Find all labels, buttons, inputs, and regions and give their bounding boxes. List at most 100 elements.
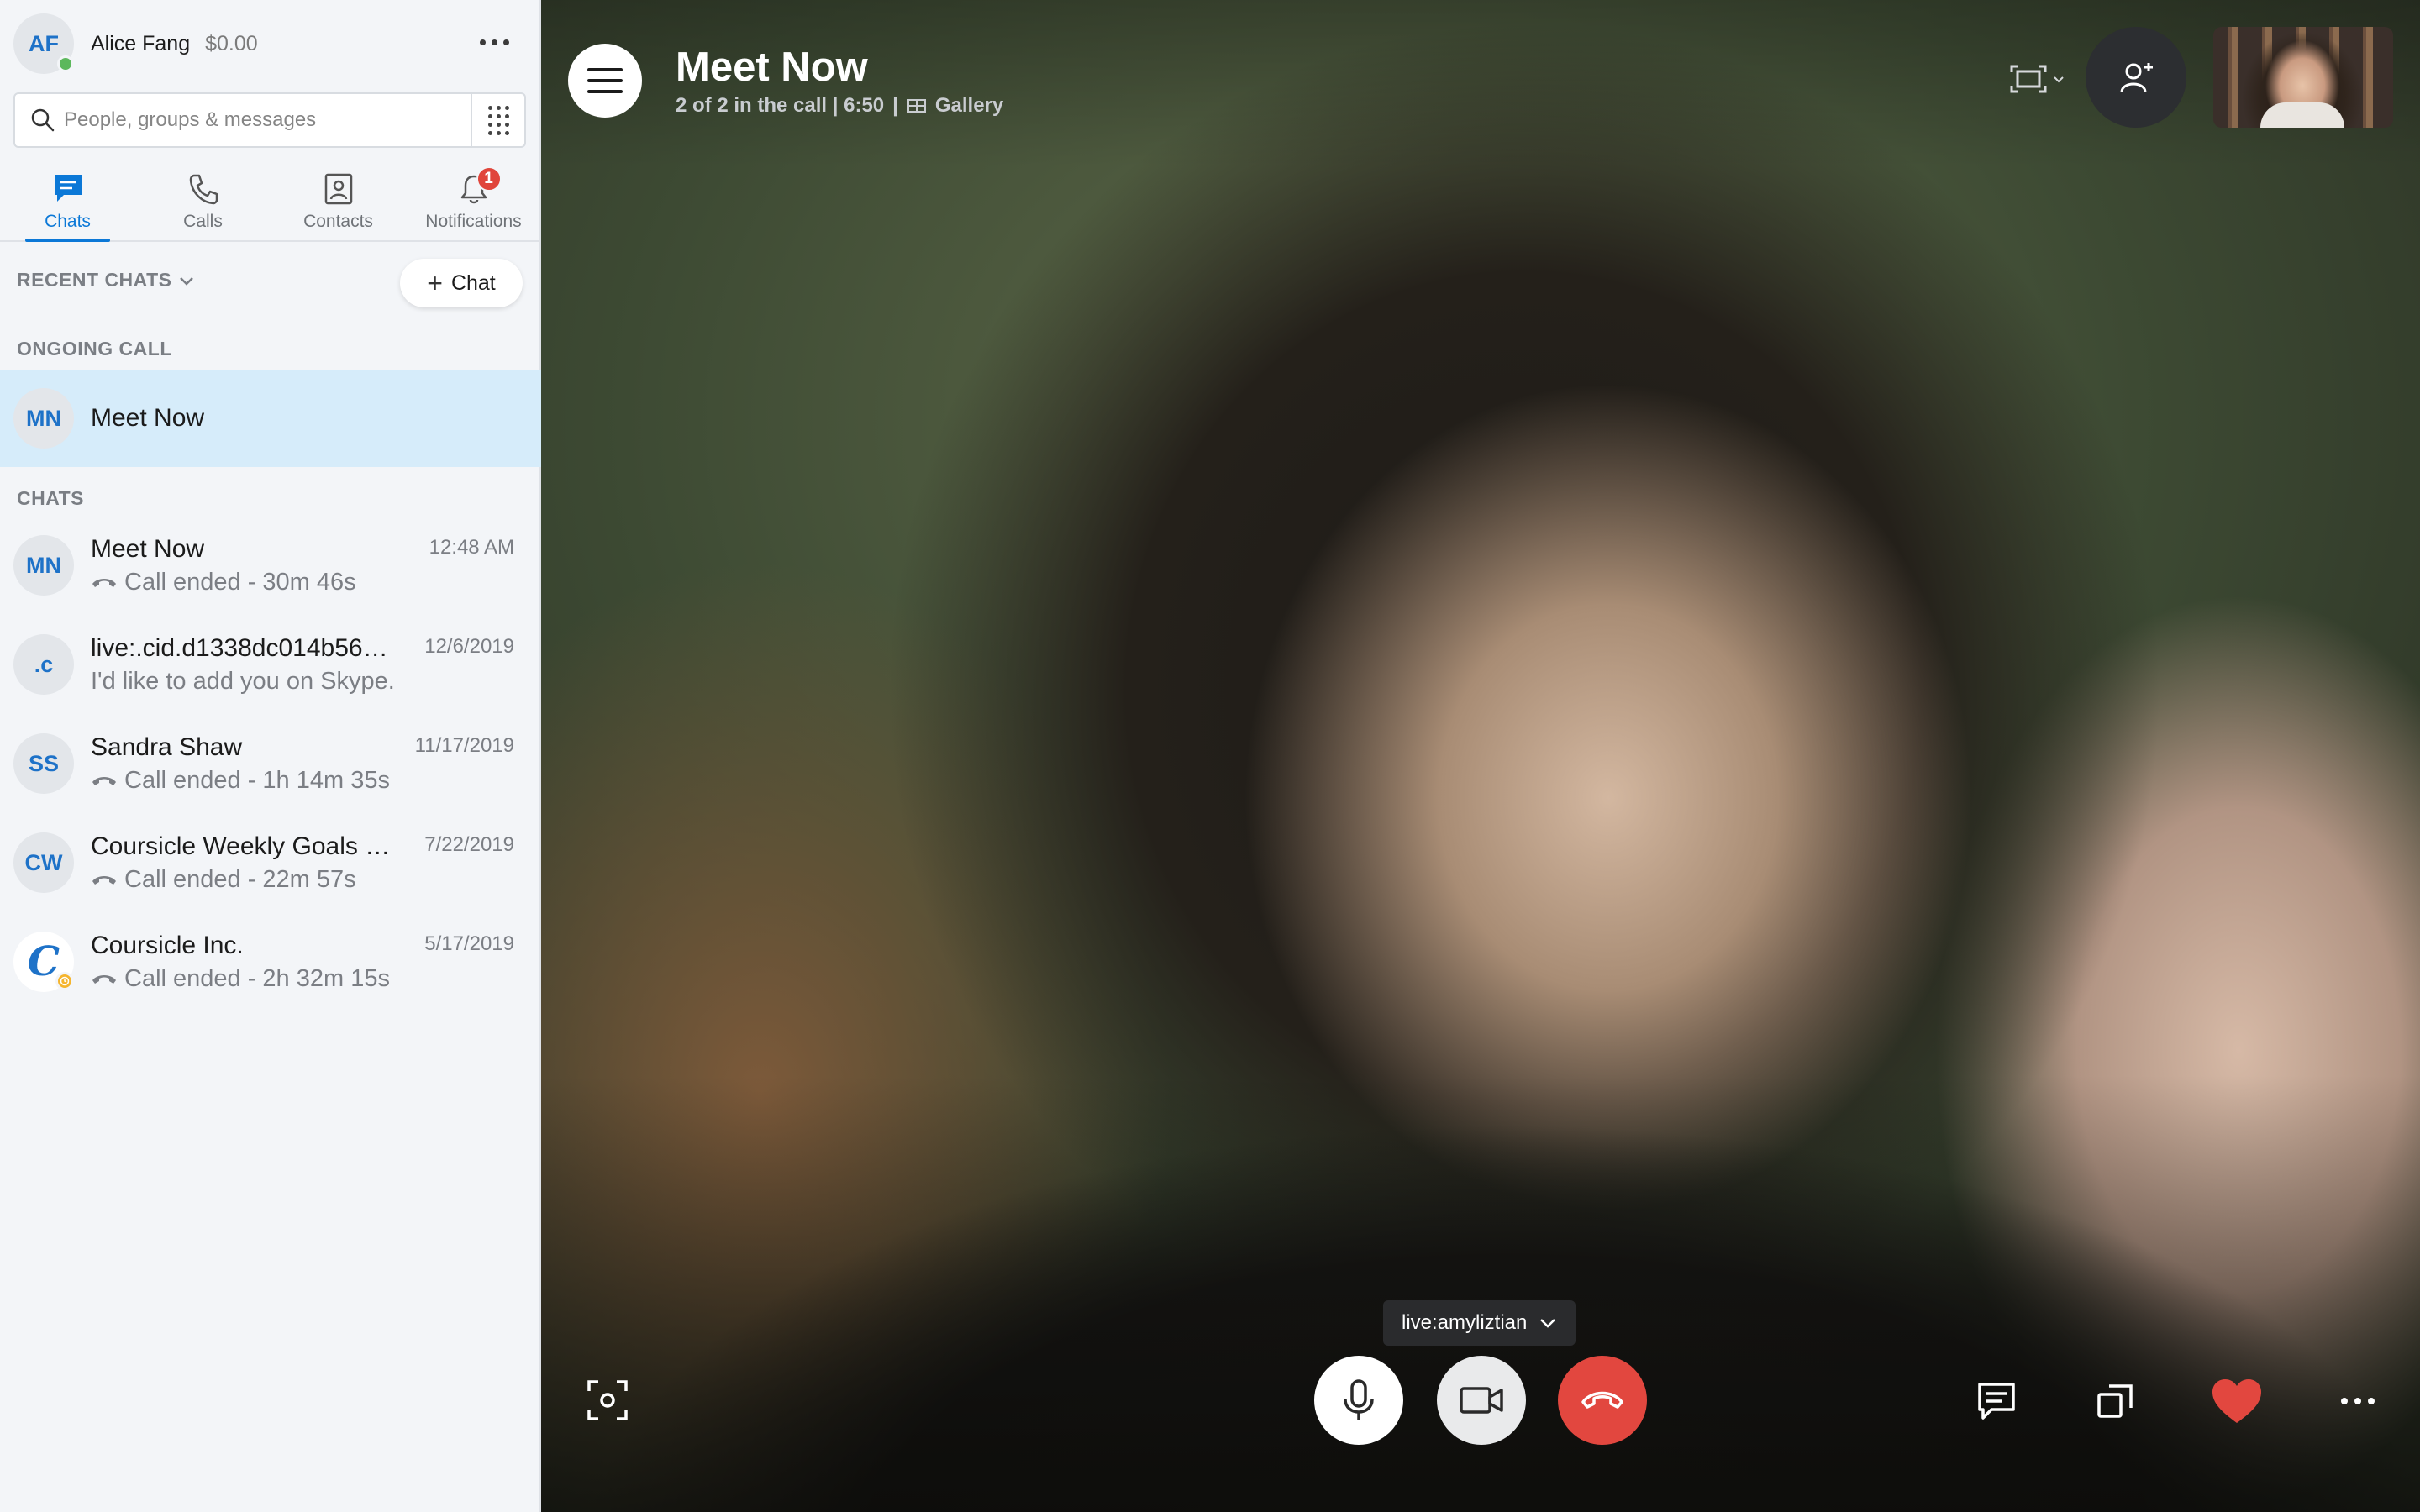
chat-item-coursicle-weekly-goals[interactable]: CW Coursicle Weekly Goals … Call ended -… (0, 813, 541, 912)
call-ended-icon (92, 876, 116, 885)
profile-name[interactable]: Alice Fang (91, 32, 190, 56)
chat-item-live-cid[interactable]: .c live:.cid.d1338dc014b56… I'd like to … (0, 615, 541, 714)
chat-preview: Call ended - 1h 14m 35s (124, 766, 390, 794)
chat-list: MN Meet Now Call ended - 30m 46s 12:48 A… (0, 516, 541, 1011)
call-participants-duration: 2 of 2 in the call | 6:50 (676, 94, 885, 117)
call-stage: Meet Now 2 of 2 in the call | 6:50 | Gal… (541, 0, 2420, 1512)
open-conversation-button[interactable] (1970, 1374, 2023, 1428)
avatar-initials: SS (28, 750, 60, 776)
camera-snapshot-icon (587, 1380, 628, 1420)
tab-calls[interactable]: Calls (135, 165, 271, 240)
more-dots-icon (2341, 1398, 2348, 1404)
microphone-button[interactable] (1314, 1356, 1403, 1445)
snapshot-button[interactable] (578, 1378, 637, 1423)
chat-name: live:.cid.d1338dc014b56… (91, 633, 388, 662)
avatar-initials: .c (34, 651, 54, 677)
call-ended-icon (92, 777, 116, 785)
more-dots-icon (479, 39, 486, 45)
chat-icon (52, 170, 84, 208)
ongoing-call-section-label: ONGOING CALL (17, 338, 172, 360)
profile-header: AF Alice Fang $0.00 (13, 12, 528, 76)
notification-badge: 1 (476, 166, 502, 192)
avatar-initials: CW (24, 849, 63, 875)
end-call-button[interactable] (1558, 1356, 1647, 1445)
recent-chats-dropdown[interactable]: RECENT CHATS (17, 269, 195, 291)
chat-date: 5/17/2019 (424, 932, 514, 955)
hangup-icon (1581, 1391, 1623, 1409)
search-bar (13, 92, 526, 148)
layout-button[interactable] (2003, 55, 2070, 102)
nav-tabs: Chats Calls Contacts 1 Notifications (0, 165, 541, 242)
chat-name: Sandra Shaw (91, 732, 243, 761)
avatar: MN (13, 535, 74, 596)
recent-chats-label: RECENT CHATS (17, 269, 172, 291)
skype-credit[interactable]: $0.00 (205, 32, 258, 56)
avatar: CW (13, 832, 74, 893)
avatar: SS (13, 733, 74, 794)
more-call-options-button[interactable] (2331, 1374, 2385, 1428)
add-participant-button[interactable] (2086, 27, 2186, 128)
dialpad-button[interactable] (471, 94, 524, 146)
call-title: Meet Now (676, 45, 868, 90)
call-ended-icon (92, 579, 116, 587)
video-camera-icon (1460, 1387, 1503, 1414)
chat-name: Coursicle Inc. (91, 931, 244, 959)
chat-item-meet-now[interactable]: MN Meet Now Call ended - 30m 46s 12:48 A… (0, 516, 541, 615)
participant-name-tag[interactable]: live:amyliztian (1383, 1300, 1576, 1346)
sidebar: AF Alice Fang $0.00 Chats (0, 0, 541, 1512)
tab-notifications[interactable]: 1 Notifications (406, 165, 541, 240)
chat-name: Coursicle Weekly Goals … (91, 832, 391, 860)
coursicle-logo-avatar: C (13, 932, 74, 992)
share-screen-icon (2097, 1384, 2133, 1418)
avatar: .c (13, 634, 74, 695)
tab-label: Notifications (425, 212, 522, 231)
avatar-initials: MN (26, 405, 61, 431)
heart-icon (2212, 1379, 2261, 1423)
fullscreen-icon (2010, 65, 2047, 93)
status-separator: | (892, 94, 898, 117)
chat-item-sandra-shaw[interactable]: SS Sandra Shaw Call ended - 1h 14m 35s 1… (0, 714, 541, 813)
call-ended-icon (92, 975, 116, 984)
tab-chats[interactable]: Chats (0, 165, 135, 242)
chat-preview: Call ended - 22m 57s (124, 865, 356, 893)
more-dots-icon (2354, 1398, 2361, 1404)
ongoing-call-item[interactable]: MN Meet Now (0, 370, 541, 467)
gallery-label: Gallery (934, 94, 1004, 117)
share-screen-button[interactable] (2089, 1374, 2143, 1428)
profile-avatar[interactable]: AF (13, 13, 74, 74)
phone-icon (187, 170, 219, 208)
away-status-icon (55, 972, 74, 990)
bell-icon: 1 (458, 166, 502, 208)
add-person-icon (2120, 63, 2153, 92)
chat-date: 12/6/2019 (424, 635, 514, 658)
tab-label: Calls (183, 212, 223, 231)
call-status: 2 of 2 in the call | 6:50 | Gallery (676, 94, 1003, 118)
new-chat-button[interactable]: + Chat (400, 259, 523, 307)
avatar: MN (13, 388, 74, 449)
react-button[interactable] (2210, 1374, 2264, 1428)
dialpad-icon (487, 105, 509, 135)
search-input[interactable] (64, 95, 471, 145)
chat-item-coursicle-inc[interactable]: C Coursicle Inc. Call ended - 2h 32m 15s… (0, 912, 541, 1011)
chevron-down-icon (180, 276, 194, 286)
search-icon (22, 94, 64, 146)
chevron-down-icon (1540, 1319, 1556, 1328)
call-menu-button[interactable] (568, 44, 642, 118)
tab-contacts[interactable]: Contacts (271, 165, 406, 240)
chat-preview: Call ended - 2h 32m 15s (124, 964, 390, 992)
profile-initials: AF (29, 30, 59, 56)
more-options-button[interactable] (469, 25, 519, 59)
more-dots-icon (2368, 1398, 2375, 1404)
hamburger-icon (587, 68, 623, 71)
more-dots-icon (491, 39, 497, 45)
ongoing-call-name: Meet Now (91, 404, 205, 432)
gallery-icon (907, 99, 926, 113)
self-video-preview[interactable] (2213, 27, 2393, 128)
microphone-icon (1344, 1379, 1374, 1420)
plus-icon: + (427, 268, 443, 298)
tab-label: Contacts (303, 212, 373, 231)
chat-name: Meet Now (91, 534, 205, 563)
contacts-icon (323, 170, 355, 208)
gallery-view-toggle[interactable]: Gallery (907, 94, 1003, 118)
video-button[interactable] (1437, 1356, 1526, 1445)
